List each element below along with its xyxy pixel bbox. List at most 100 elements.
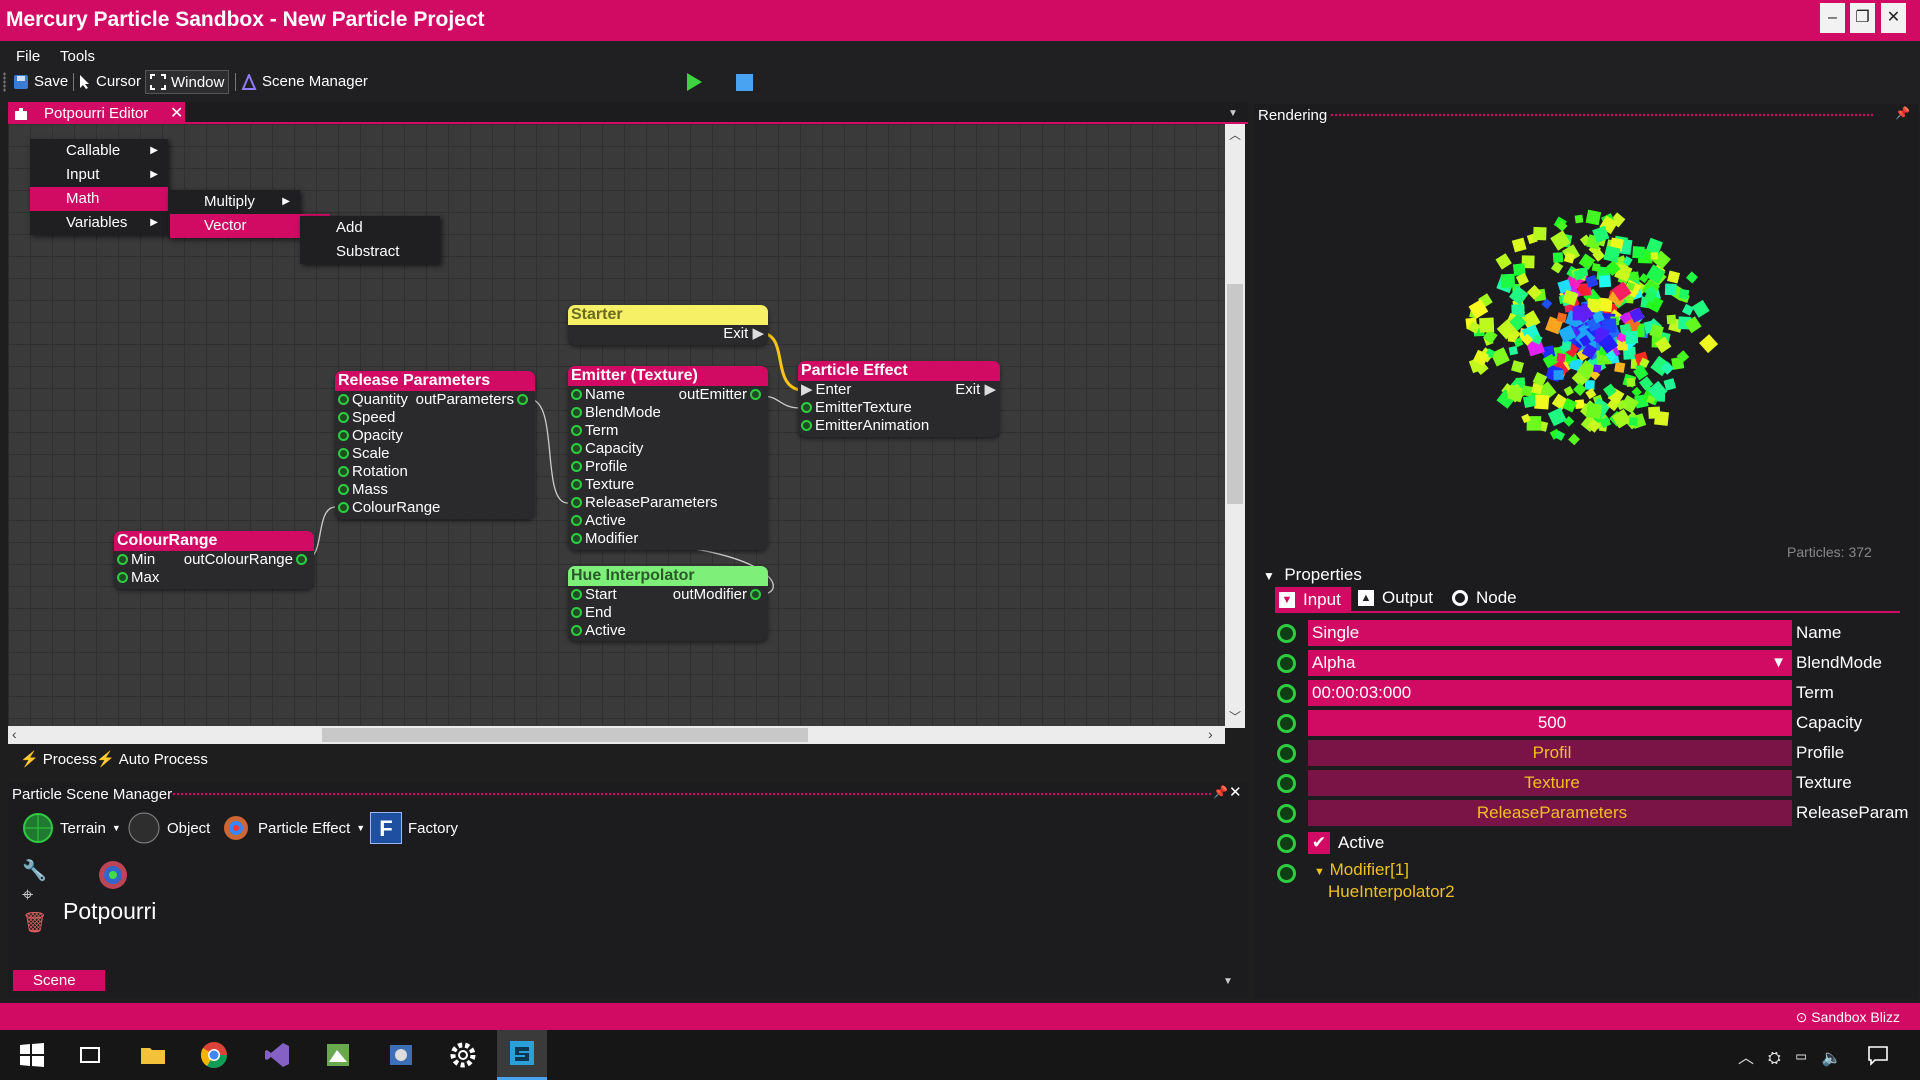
menu-item-substract[interactable]: Substract	[300, 240, 440, 264]
node-hue-interpolator[interactable]: Hue Interpolator Start outModifier End Ac…	[568, 566, 768, 641]
port-pin[interactable]	[1277, 864, 1296, 883]
particle	[1522, 395, 1536, 408]
node-colour-range[interactable]: ColourRange Min outColourRange Max	[114, 531, 314, 589]
node-title: Emitter (Texture)	[568, 366, 768, 386]
capacity-field[interactable]: 500	[1308, 710, 1792, 736]
wrench-icon[interactable]: 🔧	[22, 858, 47, 883]
tab-node[interactable]: Node	[1452, 588, 1517, 608]
scroll-left-icon[interactable]: ‹	[12, 726, 17, 742]
close-panel-icon[interactable]: ✕	[1229, 783, 1242, 801]
particle	[1500, 273, 1516, 288]
crosshair-icon[interactable]: ⌖	[22, 884, 33, 907]
releaseparameters-field[interactable]: ReleaseParameters	[1308, 800, 1792, 826]
tab-scene[interactable]: Scene	[13, 970, 105, 991]
rendering-pin-icon[interactable]: 📌	[1895, 106, 1910, 120]
port-pin[interactable]	[1277, 714, 1296, 733]
scene-manager-title: Particle Scene Manager	[12, 786, 173, 803]
tab-input[interactable]: ▼ Input	[1275, 587, 1351, 612]
property-label: BlendMode	[1796, 653, 1883, 672]
task-view-icon[interactable]	[75, 1040, 105, 1070]
blendmode-select[interactable]: Alpha ▼	[1308, 650, 1792, 676]
scene-item-label[interactable]: Potpourri	[63, 898, 156, 925]
file-explorer-icon[interactable]	[138, 1040, 168, 1070]
factory-tool[interactable]: F Factory	[370, 812, 458, 844]
windows-start-icon[interactable]	[17, 1040, 47, 1070]
object-tool[interactable]: Object	[127, 812, 210, 844]
context-menu: Callable ▶ Input ▶ Math Variables ▶	[30, 139, 168, 235]
menu-item-callable[interactable]: Callable ▶	[30, 139, 168, 163]
port-pin[interactable]	[1277, 774, 1296, 793]
horizontal-scroll-thumb[interactable]	[322, 728, 808, 742]
particle	[1648, 406, 1661, 419]
particle	[1591, 263, 1601, 272]
port-pin[interactable]	[1277, 744, 1296, 763]
pin-icon[interactable]: 📌	[1213, 785, 1228, 799]
vertical-scrollbar[interactable]: ︿ ﹀	[1225, 124, 1245, 728]
particle	[1667, 270, 1681, 284]
modifier-child-item[interactable]: HueInterpolator2	[1328, 882, 1455, 902]
texture-field[interactable]: Texture	[1308, 770, 1792, 796]
particle	[1550, 261, 1564, 274]
node-release-parameters[interactable]: Release Parameters Quantity outParameters…	[335, 371, 535, 519]
property-row-blendmode: Alpha ▼ BlendMode	[1275, 650, 1915, 676]
app-icon[interactable]	[386, 1040, 416, 1070]
port-pin[interactable]	[1277, 624, 1296, 643]
object-sphere-icon	[128, 812, 160, 844]
system-tray[interactable]: ︿⛭▭🔈	[1738, 1044, 1856, 1068]
scene-dropdown-icon[interactable]: ▼	[1223, 976, 1233, 987]
term-field[interactable]: 00:00:03:000	[1308, 680, 1792, 706]
property-row-profile: Profil Profile	[1275, 740, 1915, 766]
menu-item-variables[interactable]: Variables ▶	[30, 211, 168, 235]
particle	[1691, 299, 1710, 318]
taskbar-active-app[interactable]	[497, 1030, 547, 1080]
vertical-scroll-thumb[interactable]	[1227, 284, 1243, 504]
particle	[1584, 379, 1595, 391]
property-row-name: Single Name	[1275, 620, 1915, 646]
port-pin[interactable]	[1277, 804, 1296, 823]
image-editor-icon[interactable]	[323, 1040, 353, 1070]
scroll-down-icon[interactable]: ﹀	[1229, 708, 1241, 725]
property-label: ReleaseParam	[1796, 803, 1909, 822]
property-row-releaseparameters: ReleaseParameters ReleaseParam	[1275, 800, 1915, 826]
rendering-title: Rendering	[1258, 107, 1328, 124]
particle	[1511, 237, 1527, 253]
process-button[interactable]: ⚡ Process	[20, 750, 97, 769]
horizontal-scrollbar[interactable]: ‹ ›	[8, 726, 1225, 744]
rendering-grip	[1330, 113, 1875, 118]
menu-item-multiply[interactable]: Multiply ▶	[168, 190, 300, 214]
port-pin[interactable]	[1277, 684, 1296, 703]
trash-icon[interactable]: 🗑	[22, 910, 47, 935]
menu-item-input[interactable]: Input ▶	[30, 163, 168, 187]
property-label: Texture	[1796, 773, 1852, 792]
auto-process-button[interactable]: ⚡ Auto Process	[96, 750, 208, 769]
particle-effect-tool[interactable]: Particle Effect ▼	[220, 812, 365, 844]
menu-item-math[interactable]: Math	[30, 187, 168, 211]
node-starter[interactable]: Starter Exit ▶	[568, 305, 768, 345]
menu-item-add[interactable]: Add	[300, 216, 440, 240]
node-title: Hue Interpolator	[568, 566, 768, 586]
properties-header[interactable]: ▼ Properties	[1263, 565, 1362, 585]
tab-output[interactable]: ▲ Output	[1358, 588, 1433, 608]
port-pin[interactable]	[1277, 654, 1296, 673]
chrome-icon[interactable]	[199, 1040, 229, 1070]
node-emitter-texture[interactable]: Emitter (Texture) Name outEmitter BlendMo…	[568, 366, 768, 550]
terrain-tool[interactable]: Terrain ▼	[22, 812, 121, 844]
settings-icon[interactable]	[448, 1040, 478, 1070]
particle	[1495, 253, 1512, 270]
visual-studio-icon[interactable]	[262, 1040, 292, 1070]
notifications-icon[interactable]	[1866, 1043, 1890, 1067]
name-field[interactable]: Single	[1308, 620, 1792, 646]
particle	[1521, 385, 1533, 397]
port-pin[interactable]	[1277, 834, 1296, 853]
active-checkbox[interactable]: ✔	[1308, 832, 1330, 854]
scroll-up-icon[interactable]: ︿	[1229, 126, 1241, 143]
output-icon: ▲	[1358, 590, 1374, 606]
profile-field[interactable]: Profil	[1308, 740, 1792, 766]
potpourri-thumbnail[interactable]	[95, 857, 131, 898]
node-particle-effect[interactable]: Particle Effect ▶ Enter Exit ▶ EmitterText…	[798, 361, 1000, 437]
scroll-right-icon[interactable]: ›	[1208, 726, 1213, 742]
modifier-tree-item[interactable]: ▼ Modifier[1]	[1314, 860, 1409, 880]
exit-port[interactable]: Exit ▶	[723, 325, 764, 343]
particle	[1556, 352, 1566, 363]
particle-render-view	[1465, 209, 1719, 446]
